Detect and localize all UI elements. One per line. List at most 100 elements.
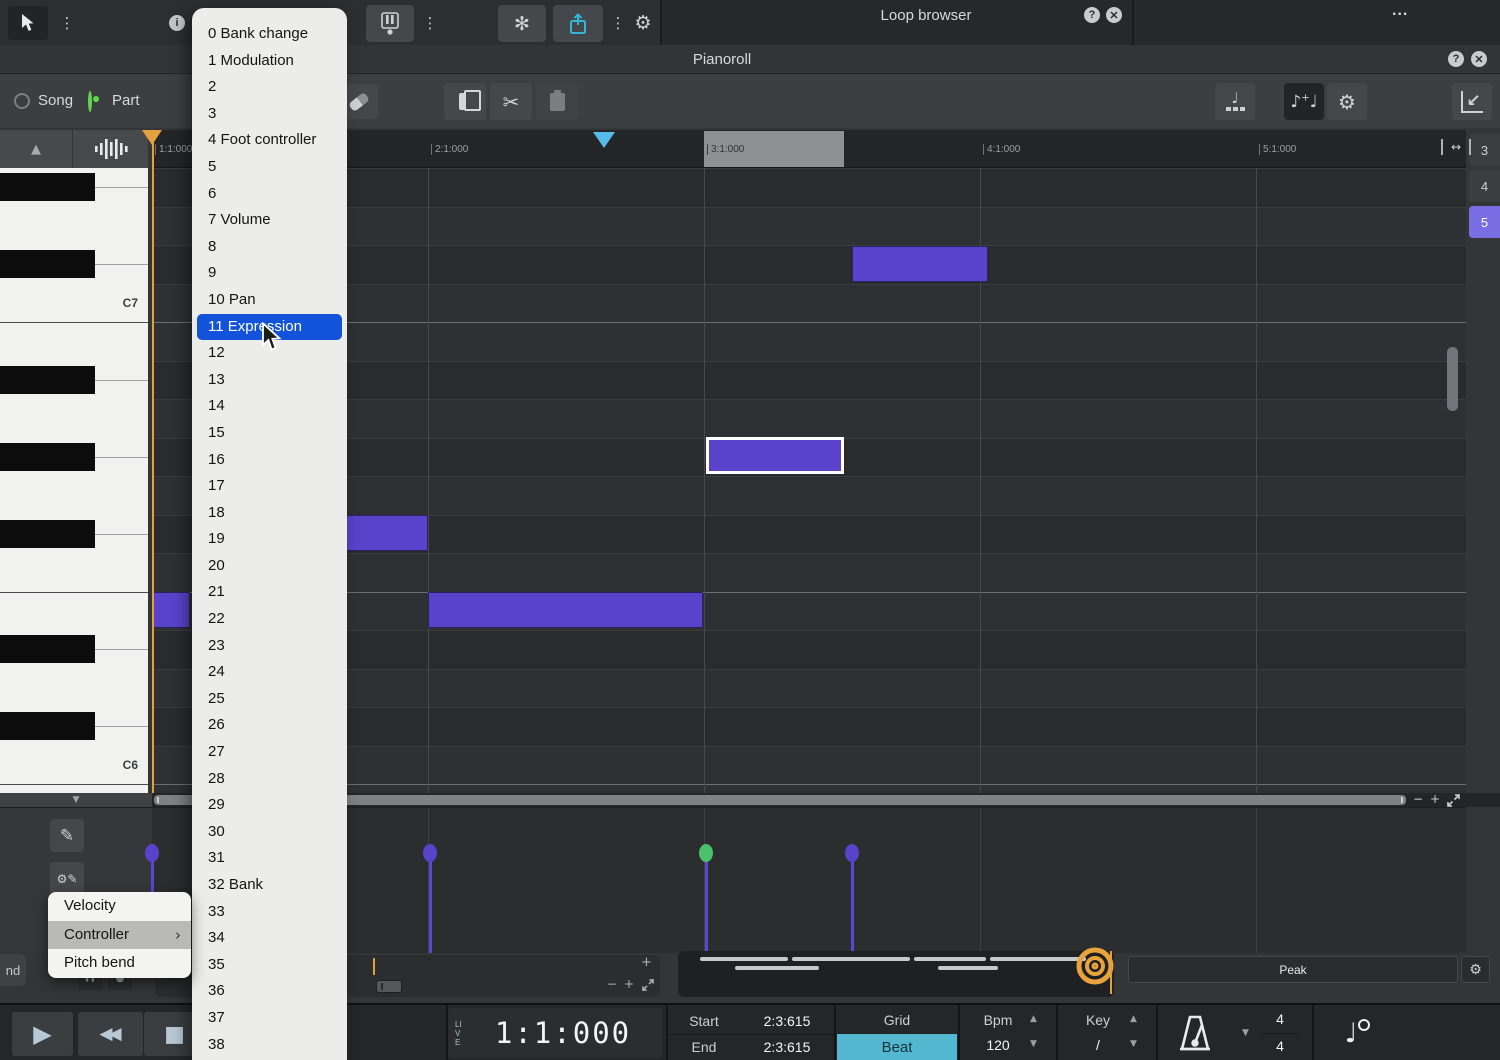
key-value[interactable]: / xyxy=(1070,1037,1126,1053)
controller-point[interactable] xyxy=(845,844,859,862)
meter-settings-icon[interactable]: ⚙ xyxy=(1461,956,1490,983)
playhead-marker-icon[interactable] xyxy=(142,130,162,145)
rewind-button[interactable]: ◀◀ xyxy=(78,1012,143,1056)
overview-zoom-in-icon[interactable]: + xyxy=(641,955,652,970)
controller-menu-item[interactable]: 26 xyxy=(192,712,347,739)
overview-minus-icon[interactable]: − xyxy=(607,977,617,991)
midi-note[interactable] xyxy=(852,246,988,282)
metronome-icon[interactable] xyxy=(1174,1013,1216,1053)
grid-row[interactable] xyxy=(152,207,1466,246)
controller-menu-item[interactable]: 33 xyxy=(192,899,347,926)
grid-row[interactable] xyxy=(152,399,1466,438)
controller-stem[interactable] xyxy=(705,852,708,953)
velocity-view-button[interactable] xyxy=(73,130,148,168)
controller-menu-item[interactable]: 17 xyxy=(192,473,347,500)
grid-row[interactable] xyxy=(152,707,1466,746)
help-icon[interactable]: ? xyxy=(1084,7,1100,23)
controller-menu-item[interactable]: 3 xyxy=(192,101,347,128)
controller-menu-item[interactable]: 6 xyxy=(192,181,347,208)
import-button[interactable]: ↙ xyxy=(1452,83,1492,120)
vertical-scrollbar[interactable] xyxy=(1447,347,1458,411)
clipped-lane-button[interactable]: nd xyxy=(0,954,26,986)
controller-menu-item[interactable]: 24 xyxy=(192,659,347,686)
song-radio[interactable] xyxy=(14,93,30,109)
add-note-button[interactable]: ♪+♩ xyxy=(1284,83,1324,120)
controller-menu-item[interactable]: 1 Modulation xyxy=(192,48,347,75)
quantize-button[interactable]: ♩ xyxy=(1330,1013,1372,1053)
pianoroll-settings-button[interactable]: ⚙ xyxy=(1327,83,1367,120)
controller-menu-item[interactable]: 21 xyxy=(192,579,347,606)
part-tab[interactable]: 5 xyxy=(1469,206,1500,238)
key-up-icon[interactable]: ▲ xyxy=(1130,1014,1137,1024)
grid-row[interactable] xyxy=(152,746,1466,785)
lane-menu-item[interactable]: Controller› xyxy=(48,921,191,950)
black-key[interactable] xyxy=(0,366,95,394)
paste-button[interactable] xyxy=(536,83,578,120)
controller-menu-item[interactable]: 32 Bank xyxy=(192,872,347,899)
lane-select-button[interactable]: ⚙✎ xyxy=(50,862,84,895)
grid-row[interactable] xyxy=(152,592,1466,631)
timeline-ruler[interactable]: 1:1:0002:1:0003:1:0004:1:0005:1:000 xyxy=(152,130,1466,168)
end-value[interactable]: 2:3:615 xyxy=(740,1039,834,1055)
controller-menu-item[interactable]: 22 xyxy=(192,606,347,633)
lane-menu-item[interactable]: Pitch bend xyxy=(48,949,191,978)
black-key[interactable] xyxy=(0,173,95,201)
cut-button[interactable]: ✂ xyxy=(490,83,532,120)
close-icon[interactable]: ✕ xyxy=(1106,7,1122,23)
grid-row[interactable] xyxy=(152,322,1466,361)
controller-menu-item[interactable]: 30 xyxy=(192,819,347,846)
controller-menu-item[interactable]: 35 xyxy=(192,952,347,979)
pianoroll-help-icon[interactable]: ? xyxy=(1448,51,1464,67)
zoom-out-icon[interactable]: − xyxy=(1413,792,1423,806)
keyboard-display-button[interactable] xyxy=(366,5,414,42)
controller-menu-item[interactable]: 8 xyxy=(192,234,347,261)
overview-expand-icon[interactable] xyxy=(642,979,654,991)
copy-button[interactable] xyxy=(444,83,486,120)
controller-menu-item[interactable]: 27 xyxy=(192,739,347,766)
controller-menu-item[interactable]: 28 xyxy=(192,766,347,793)
black-key[interactable] xyxy=(0,520,95,548)
scroll-up-button[interactable]: ▲ xyxy=(0,130,73,168)
zoom-in-icon[interactable]: + xyxy=(1430,792,1440,806)
controller-menu-item[interactable]: 38 xyxy=(192,1032,347,1059)
info-button[interactable]: i xyxy=(162,6,192,40)
grid-row[interactable] xyxy=(152,245,1466,284)
controller-menu-item[interactable]: 34 xyxy=(192,925,347,952)
controller-point[interactable] xyxy=(423,844,437,862)
controller-menu-item[interactable]: 10 Pan xyxy=(192,287,347,314)
controller-menu-item[interactable]: 20 xyxy=(192,553,347,580)
grid-beat-button[interactable]: Beat xyxy=(837,1034,957,1060)
collapse-keyboard-button[interactable]: ▼ xyxy=(0,793,152,807)
black-key[interactable] xyxy=(0,443,95,471)
controller-menu-item[interactable]: 13 xyxy=(192,367,347,394)
loop-marker-icon[interactable] xyxy=(593,132,615,148)
controller-menu-item[interactable]: 37 xyxy=(192,1005,347,1032)
controller-stem[interactable] xyxy=(851,852,854,953)
piano-keyboard[interactable]: C7C6 xyxy=(0,168,148,793)
controller-menu-item[interactable]: 25 xyxy=(192,686,347,713)
controller-menu-item[interactable]: 29 xyxy=(192,792,347,819)
controller-menu-item[interactable]: 14 xyxy=(192,393,347,420)
controller-menu-item[interactable]: 36 xyxy=(192,978,347,1005)
grid-row[interactable] xyxy=(152,784,1466,793)
controller-menu-item[interactable]: 19 xyxy=(192,526,347,553)
part-tab[interactable]: 3 xyxy=(1469,134,1500,166)
controller-menu-item[interactable]: 2 xyxy=(192,74,347,101)
position-display[interactable]: LIVE 1:1:000 xyxy=(448,1008,662,1058)
controller-menu-item[interactable]: 18 xyxy=(192,500,347,527)
controller-menu-item[interactable]: 7 Volume xyxy=(192,207,347,234)
start-value[interactable]: 2:3:615 xyxy=(740,1013,834,1029)
controller-point[interactable] xyxy=(145,844,159,862)
lane-menu-item[interactable]: Velocity xyxy=(48,892,191,921)
controller-menu-item[interactable]: 23 xyxy=(192,633,347,660)
grid-row[interactable] xyxy=(152,284,1466,323)
grid-row[interactable] xyxy=(152,669,1466,708)
grid-row[interactable] xyxy=(152,553,1466,592)
midi-note[interactable] xyxy=(706,437,844,474)
grid-row[interactable] xyxy=(152,630,1466,669)
tool-overflow-icon[interactable]: ⋮ xyxy=(56,6,78,40)
draw-tool-button[interactable]: ✎ xyxy=(50,819,84,852)
keyboard-overview[interactable] xyxy=(678,951,1114,997)
expand-icon[interactable] xyxy=(1447,794,1460,807)
controller-menu-item[interactable]: 5 xyxy=(192,154,347,181)
